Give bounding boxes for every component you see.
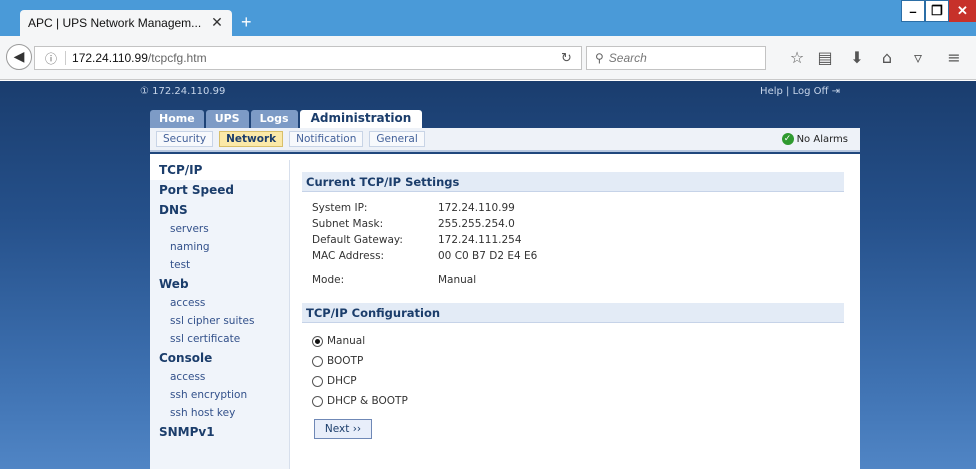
- minimize-icon[interactable]: –: [901, 0, 925, 22]
- window-close-icon[interactable]: ✕: [949, 0, 976, 22]
- sidebar-item-port-speed[interactable]: Port Speed: [150, 180, 289, 200]
- reload-icon[interactable]: ↻: [561, 51, 572, 66]
- next-button[interactable]: Next ››: [314, 419, 372, 439]
- reading-list-icon[interactable]: ▤: [815, 48, 835, 68]
- menu-icon[interactable]: ≡: [944, 48, 964, 68]
- top-info-line: ① 172.24.110.99 Help | Log Off ⇥: [140, 85, 840, 101]
- device-ip: ① 172.24.110.99: [140, 86, 226, 97]
- bookmark-star-icon[interactable]: ☆: [787, 48, 807, 68]
- alarm-status[interactable]: ✓ No Alarms: [781, 133, 848, 145]
- info-icon[interactable]: ⓘ: [45, 50, 57, 67]
- back-arrow-icon[interactable]: ◀: [6, 44, 32, 70]
- subtab-notification[interactable]: Notification: [289, 131, 364, 147]
- radio-label: DHCP: [327, 375, 357, 387]
- radio-button[interactable]: [312, 395, 323, 407]
- main-tabs: Home UPS Logs Administration: [150, 110, 423, 129]
- mode-row: Mode: Manual: [302, 272, 844, 288]
- sidebar-item-snmpv1[interactable]: SNMPv1: [150, 422, 289, 442]
- radio-label: DHCP & BOOTP: [327, 395, 408, 407]
- sidebar-item-dns-test[interactable]: test: [150, 256, 289, 274]
- settings-row: Default Gateway: 172.24.111.254: [302, 232, 844, 248]
- sidebar-item-web-access[interactable]: access: [150, 294, 289, 312]
- maximize-icon[interactable]: ❐: [925, 0, 949, 22]
- subtab-general[interactable]: General: [369, 131, 425, 147]
- sidebar-item-console-access[interactable]: access: [150, 368, 289, 386]
- search-placeholder: Search: [608, 51, 647, 65]
- subtab-security[interactable]: Security: [156, 131, 214, 147]
- url-host: 172.24.110.99: [72, 51, 148, 65]
- sidebar-item-ssl-certificate[interactable]: ssl certificate: [150, 330, 289, 348]
- sidebar-item-tcpip[interactable]: TCP/IP: [150, 160, 289, 180]
- sidebar-item-ssh-host-key[interactable]: ssh host key: [150, 404, 289, 422]
- page-background: ① 172.24.110.99 Help | Log Off ⇥ Home UP…: [0, 81, 976, 469]
- settings-label: Subnet Mask:: [312, 218, 384, 230]
- browser-tab[interactable]: APC | UPS Network Managem... ✕: [20, 10, 232, 36]
- mode-label: Mode:: [312, 274, 345, 286]
- close-icon[interactable]: ✕: [210, 15, 224, 31]
- search-input[interactable]: ⚲ Search: [586, 46, 766, 70]
- log-off-icon[interactable]: ⇥: [832, 86, 840, 97]
- radio-button[interactable]: [312, 375, 323, 387]
- configuration-title: TCP/IP Configuration: [302, 303, 844, 323]
- radio-label: Manual: [327, 335, 366, 347]
- settings-label: Default Gateway:: [312, 234, 403, 246]
- radio-button[interactable]: [312, 355, 323, 367]
- mode-value: Manual: [438, 274, 477, 286]
- radio-manual[interactable]: Manual: [302, 331, 844, 351]
- sidebar-item-web[interactable]: Web: [150, 274, 289, 294]
- check-icon: ✓: [781, 133, 794, 145]
- sidebar-item-ssh-encryption[interactable]: ssh encryption: [150, 386, 289, 404]
- sub-navigation: Security Network Notification General ✓ …: [150, 128, 860, 152]
- tab-administration[interactable]: Administration: [299, 110, 423, 129]
- home-icon[interactable]: ⌂: [877, 48, 897, 68]
- url-separator: [65, 51, 67, 65]
- sidebar: TCP/IP Port Speed DNS servers naming tes…: [150, 160, 290, 469]
- tab-logs[interactable]: Logs: [250, 110, 298, 128]
- settings-row: System IP: 172.24.110.99: [302, 200, 844, 216]
- radio-label: BOOTP: [327, 355, 364, 367]
- download-icon[interactable]: ⬇: [847, 48, 867, 68]
- log-off-link[interactable]: Log Off: [793, 86, 829, 97]
- radio-dhcp-bootp[interactable]: DHCP & BOOTP: [302, 391, 844, 411]
- sidebar-item-console[interactable]: Console: [150, 348, 289, 368]
- settings-row: MAC Address: 00 C0 B7 D2 E4 E6: [302, 248, 844, 264]
- browser-titlebar: APC | UPS Network Managem... ✕ + – ❐ ✕: [0, 0, 976, 36]
- tab-home[interactable]: Home: [150, 110, 204, 128]
- settings-row: Subnet Mask: 255.255.254.0: [302, 216, 844, 232]
- settings-label: MAC Address:: [312, 250, 385, 262]
- browser-navbar: ◀ ⓘ 172.24.110.99/tcpcfg.htm ↻ ⚲ Search …: [0, 36, 976, 80]
- current-settings-title: Current TCP/IP Settings: [302, 172, 844, 192]
- url-path: /tcpcfg.htm: [147, 51, 207, 65]
- settings-label: System IP:: [312, 202, 368, 214]
- radio-bootp[interactable]: BOOTP: [302, 351, 844, 371]
- alarm-status-text: No Alarms: [796, 133, 848, 145]
- url-bar[interactable]: ⓘ 172.24.110.99/tcpcfg.htm: [34, 46, 582, 70]
- new-tab-icon[interactable]: +: [241, 12, 252, 32]
- configuration-panel: TCP/IP Configuration Manual BOOTP DHCP D…: [302, 303, 844, 453]
- settings-value: 00 C0 B7 D2 E4 E6: [438, 250, 538, 262]
- link-divider: |: [786, 86, 790, 97]
- tab-ups[interactable]: UPS: [205, 110, 249, 128]
- radio-button[interactable]: [312, 335, 323, 347]
- current-settings-panel: Current TCP/IP Settings System IP: 172.2…: [302, 172, 844, 290]
- sidebar-item-dns-naming[interactable]: naming: [150, 238, 289, 256]
- settings-value: 255.255.254.0: [438, 218, 515, 230]
- subtab-network[interactable]: Network: [219, 131, 284, 147]
- sidebar-item-dns[interactable]: DNS: [150, 200, 289, 220]
- sidebar-item-ssl-cipher-suites[interactable]: ssl cipher suites: [150, 312, 289, 330]
- pocket-icon[interactable]: ▿: [908, 48, 928, 68]
- content-area: TCP/IP Port Speed DNS servers naming tes…: [150, 154, 860, 469]
- tab-title: APC | UPS Network Managem...: [28, 16, 202, 30]
- radio-dhcp[interactable]: DHCP: [302, 371, 844, 391]
- header-links: Help | Log Off ⇥: [760, 86, 840, 97]
- help-link[interactable]: Help: [760, 86, 783, 97]
- search-icon: ⚲: [595, 51, 604, 65]
- settings-value: 172.24.110.99: [438, 202, 515, 214]
- settings-value: 172.24.111.254: [438, 234, 522, 246]
- sidebar-item-dns-servers[interactable]: servers: [150, 220, 289, 238]
